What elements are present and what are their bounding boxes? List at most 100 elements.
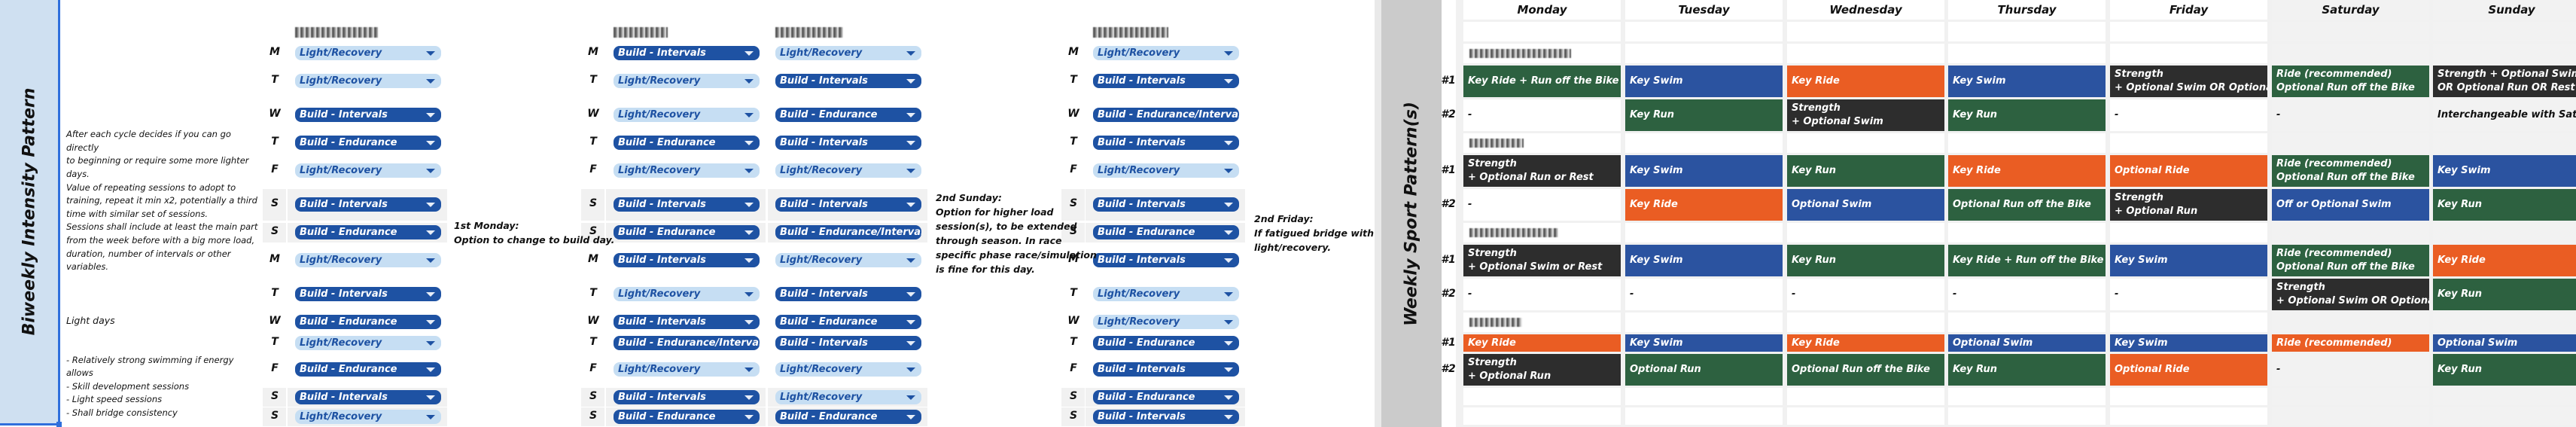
intensity-dropdown[interactable]: Build - Intervals bbox=[775, 336, 921, 350]
chevron-down-icon[interactable] bbox=[906, 367, 915, 372]
intensity-dropdown[interactable]: Build - Endurance bbox=[295, 136, 441, 150]
intensity-dropdown[interactable]: Build - Endurance bbox=[775, 108, 921, 122]
intensity-dropdown[interactable]: Light/Recovery bbox=[775, 390, 921, 404]
intensity-dropdown[interactable]: Light/Recovery bbox=[1093, 287, 1239, 301]
session-cell[interactable]: - bbox=[1463, 99, 1621, 131]
empty-cell[interactable] bbox=[2272, 407, 2429, 425]
section-title-cell[interactable] bbox=[1625, 44, 1783, 63]
chevron-down-icon[interactable] bbox=[744, 319, 754, 325]
empty-cell[interactable] bbox=[1625, 388, 1783, 405]
section-title-cell[interactable] bbox=[2110, 44, 2267, 63]
chevron-down-icon[interactable] bbox=[1224, 414, 1233, 419]
intensity-dropdown[interactable]: Light/Recovery bbox=[1093, 163, 1239, 178]
biweekly-side-label-cell[interactable]: Biweekly Intensity Pattern bbox=[0, 0, 62, 427]
section-title-cell[interactable] bbox=[2433, 223, 2576, 242]
session-cell[interactable]: - bbox=[1948, 279, 2106, 310]
chevron-down-icon[interactable] bbox=[426, 140, 435, 145]
chevron-down-icon[interactable] bbox=[906, 112, 915, 117]
session-cell[interactable]: Key Run bbox=[1787, 155, 1944, 187]
chevron-down-icon[interactable] bbox=[426, 291, 435, 297]
empty-cell[interactable] bbox=[2110, 407, 2267, 425]
empty-cell[interactable] bbox=[1463, 407, 1621, 425]
section-title-cell[interactable] bbox=[2272, 133, 2429, 153]
empty-cell[interactable] bbox=[1463, 388, 1621, 405]
chevron-down-icon[interactable] bbox=[1224, 340, 1233, 346]
session-cell[interactable]: Strength + Optional Swim OR Optional Run bbox=[2272, 279, 2429, 310]
empty-cell[interactable] bbox=[2433, 388, 2576, 405]
intensity-dropdown[interactable]: Build - Endurance bbox=[1093, 336, 1239, 350]
session-cell[interactable]: Ride (recommended) bbox=[2272, 334, 2429, 352]
chevron-down-icon[interactable] bbox=[744, 395, 754, 400]
intensity-dropdown[interactable]: Build - Intervals bbox=[1093, 74, 1239, 88]
intensity-dropdown[interactable]: Light/Recovery bbox=[775, 163, 921, 178]
section-title-cell[interactable] bbox=[2272, 44, 2429, 63]
intensity-dropdown[interactable]: Build - Intervals bbox=[1093, 136, 1239, 150]
chevron-down-icon[interactable] bbox=[906, 202, 915, 207]
section-title-cell[interactable] bbox=[1787, 313, 1944, 332]
session-cell[interactable]: - bbox=[1787, 279, 1944, 310]
empty-cell[interactable] bbox=[2110, 388, 2267, 405]
intensity-dropdown[interactable]: Build - Intervals bbox=[295, 197, 441, 212]
session-cell[interactable]: Optional Ride bbox=[2110, 354, 2267, 386]
intensity-dropdown[interactable]: Light/Recovery bbox=[614, 108, 760, 122]
intensity-dropdown[interactable]: Build - Endurance/Intervals bbox=[614, 336, 760, 350]
intensity-dropdown[interactable]: Build - Intervals bbox=[614, 46, 760, 60]
intensity-dropdown[interactable]: Build - Intervals bbox=[614, 253, 760, 267]
session-cell[interactable]: - bbox=[2272, 354, 2429, 386]
chevron-down-icon[interactable] bbox=[744, 291, 754, 297]
chevron-down-icon[interactable] bbox=[906, 78, 915, 84]
chevron-down-icon[interactable] bbox=[426, 78, 435, 84]
empty-cell[interactable] bbox=[1787, 22, 1944, 41]
section-title-cell[interactable] bbox=[1948, 44, 2106, 63]
intensity-dropdown[interactable]: Build - Endurance bbox=[1093, 225, 1239, 239]
session-cell[interactable]: Optional Run off the Bike bbox=[1948, 189, 2106, 221]
intensity-dropdown[interactable]: Build - Intervals bbox=[775, 136, 921, 150]
section-title-cell[interactable] bbox=[2110, 313, 2267, 332]
session-cell[interactable]: Off or Optional Swim bbox=[2272, 189, 2429, 221]
section-title-cell[interactable] bbox=[2433, 313, 2576, 332]
session-cell[interactable]: Key Run bbox=[1787, 245, 1944, 276]
intensity-dropdown[interactable]: Build - Intervals bbox=[775, 197, 921, 212]
chevron-down-icon[interactable] bbox=[906, 319, 915, 325]
empty-cell[interactable] bbox=[1787, 407, 1944, 425]
intensity-dropdown[interactable]: Build - Intervals bbox=[614, 315, 760, 329]
intensity-dropdown[interactable]: Light/Recovery bbox=[775, 253, 921, 267]
chevron-down-icon[interactable] bbox=[1224, 291, 1233, 297]
empty-cell[interactable] bbox=[1948, 407, 2106, 425]
chevron-down-icon[interactable] bbox=[1224, 50, 1233, 56]
empty-cell[interactable] bbox=[2110, 22, 2267, 41]
section-title-cell[interactable] bbox=[1625, 313, 1783, 332]
session-cell[interactable]: Strength + Optional Swim bbox=[1787, 99, 1944, 131]
chevron-down-icon[interactable] bbox=[906, 258, 915, 263]
intensity-dropdown[interactable]: Build - Intervals bbox=[775, 287, 921, 301]
chevron-down-icon[interactable] bbox=[1224, 140, 1233, 145]
intensity-dropdown[interactable]: Build - Intervals bbox=[295, 287, 441, 301]
intensity-dropdown[interactable]: Build - Endurance/Intervals bbox=[775, 225, 921, 239]
intensity-dropdown[interactable]: Build - Intervals bbox=[1093, 253, 1239, 267]
chevron-down-icon[interactable] bbox=[906, 291, 915, 297]
session-cell[interactable]: Key Swim bbox=[2110, 334, 2267, 352]
intensity-dropdown[interactable]: Build - Endurance bbox=[775, 410, 921, 424]
intensity-dropdown[interactable]: Build - Endurance bbox=[614, 136, 760, 150]
session-cell[interactable]: Key Run bbox=[1948, 99, 2106, 131]
intensity-dropdown[interactable]: Light/Recovery bbox=[1093, 46, 1239, 60]
session-cell[interactable]: Strength + Optional Run bbox=[2110, 189, 2267, 221]
session-cell[interactable]: Key Ride bbox=[1625, 189, 1783, 221]
chevron-down-icon[interactable] bbox=[426, 340, 435, 346]
intensity-dropdown[interactable]: Build - Intervals bbox=[1093, 410, 1239, 424]
intensity-dropdown[interactable]: Light/Recovery bbox=[295, 163, 441, 178]
chevron-down-icon[interactable] bbox=[744, 414, 754, 419]
chevron-down-icon[interactable] bbox=[744, 168, 754, 173]
section-title-cell[interactable] bbox=[2110, 133, 2267, 153]
session-cell[interactable]: Strength + Optional Swim OR Optional Run… bbox=[2433, 66, 2576, 97]
session-cell[interactable]: Optional Swim bbox=[1787, 189, 1944, 221]
chevron-down-icon[interactable] bbox=[1224, 258, 1233, 263]
session-cell[interactable]: Optional Ride bbox=[2110, 155, 2267, 187]
session-cell[interactable]: Key Run bbox=[2433, 279, 2576, 310]
intensity-dropdown[interactable]: Light/Recovery bbox=[614, 163, 760, 178]
intensity-dropdown[interactable]: Build - Intervals bbox=[295, 390, 441, 404]
session-cell[interactable]: Key Ride + Run off the Bike bbox=[1948, 245, 2106, 276]
session-cell[interactable]: Key Run bbox=[1625, 99, 1783, 131]
intensity-dropdown[interactable]: Build - Endurance/Intervals bbox=[1093, 108, 1239, 122]
session-cell[interactable]: Key Run bbox=[2433, 354, 2576, 386]
